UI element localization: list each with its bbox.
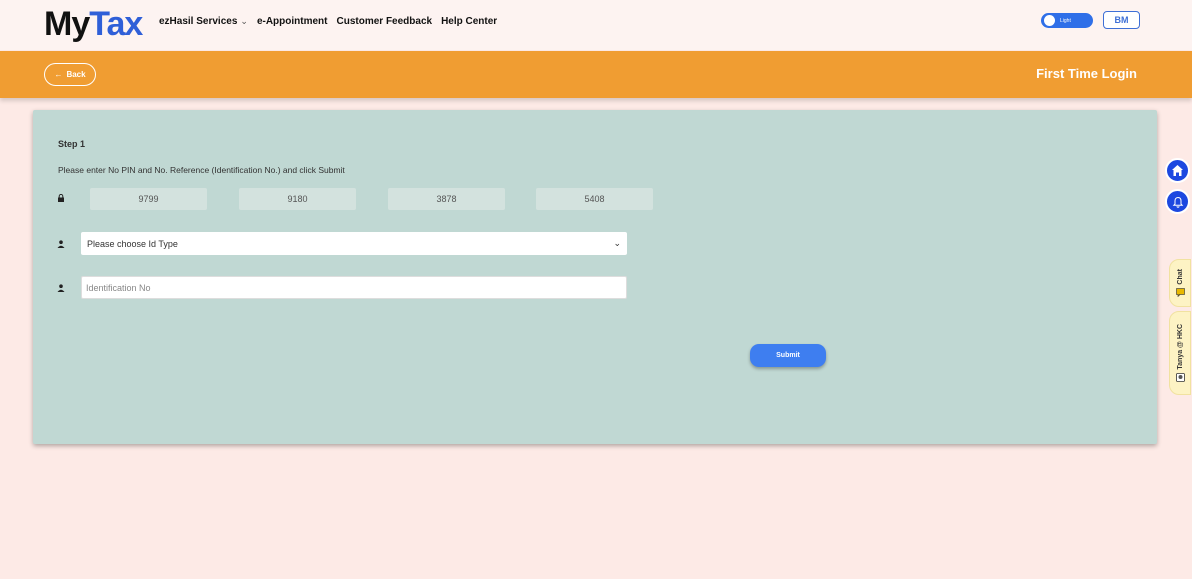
toggle-knob	[1044, 15, 1055, 26]
chat-tab[interactable]: Chat	[1169, 259, 1191, 307]
home-button[interactable]	[1165, 158, 1190, 183]
menu-label: Help Center	[441, 16, 498, 27]
tanya-hkc-tab[interactable]: Tanya @ HKC	[1169, 311, 1191, 395]
chevron-down-icon: ⌄	[613, 238, 621, 248]
submit-button[interactable]: Submit	[750, 344, 826, 367]
id-type-select-value: Please choose Id Type	[87, 238, 178, 249]
page-title: First Time Login	[1036, 66, 1137, 81]
instruction-text: Please enter No PIN and No. Reference (I…	[58, 165, 345, 175]
identification-number-input[interactable]	[81, 276, 627, 299]
chevron-down-icon: ⌄	[240, 16, 248, 26]
lock-icon	[58, 194, 64, 202]
pin-segment-2: 9180	[239, 188, 356, 210]
back-label: Back	[66, 70, 86, 79]
pin-segment-1: 9799	[90, 188, 207, 210]
user-icon	[57, 240, 65, 248]
login-form-card: Step 1 Please enter No PIN and No. Refer…	[33, 110, 1157, 444]
assistant-icon	[1175, 372, 1185, 382]
user-icon	[57, 284, 65, 292]
mytax-logo[interactable]: My Tax	[44, 5, 143, 43]
menu-item-ezhasil-services[interactable]: ezHasil Services ⌄	[159, 16, 248, 27]
pin-segment-4: 5408	[536, 188, 653, 210]
menu-item-help-center[interactable]: Help Center	[441, 16, 497, 27]
menu-item-e-appointment[interactable]: e-Appointment	[257, 16, 328, 27]
language-button[interactable]: BM	[1103, 11, 1140, 29]
id-type-select[interactable]: Please choose Id Type ⌄	[81, 232, 627, 255]
theme-toggle-label: Light	[1060, 17, 1071, 24]
menu-label: Customer Feedback	[336, 16, 433, 27]
back-button[interactable]: ← Back	[44, 63, 96, 86]
home-icon	[1172, 165, 1183, 176]
chat-label: Chat	[1176, 269, 1184, 285]
menu-label: e-Appointment	[256, 16, 328, 27]
menu-item-customer-feedback[interactable]: Customer Feedback	[336, 16, 432, 27]
pin-segment-3: 3878	[388, 188, 505, 210]
logo-my-text: My	[44, 5, 90, 43]
top-navigation: My Tax ezHasil Services ⌄ e-Appointment …	[0, 0, 1192, 50]
step-title: Step 1	[58, 139, 86, 149]
chat-icon	[1175, 287, 1185, 297]
page-header-bar: ← Back First Time Login	[0, 51, 1192, 98]
bell-icon	[1172, 196, 1183, 208]
theme-toggle[interactable]: Light	[1041, 13, 1093, 28]
tanya-hkc-label: Tanya @ HKC	[1176, 324, 1184, 370]
menu-label: ezHasil Services	[159, 16, 238, 27]
logo-tax-text: Tax	[89, 5, 143, 43]
main-menu: ezHasil Services ⌄ e-Appointment Custome…	[159, 16, 497, 27]
arrow-left-icon: ←	[54, 70, 63, 79]
notification-button[interactable]	[1165, 189, 1190, 214]
